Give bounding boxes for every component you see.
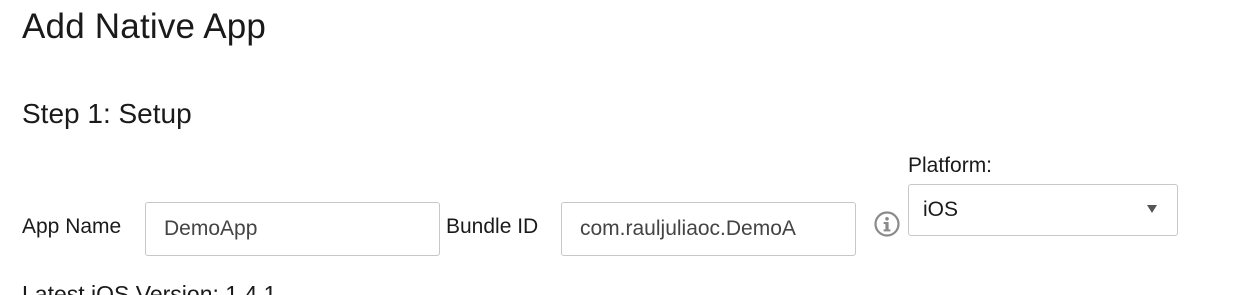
platform-select[interactable]: iOS [908, 184, 1178, 236]
latest-version-text: Latest iOS Version: 1.4.1 [22, 281, 277, 295]
platform-selected-value: iOS [923, 198, 959, 221]
add-native-app-page: Add Native App Step 1: Setup App Name Bu… [0, 0, 1235, 295]
platform-label: Platform: [908, 154, 993, 177]
page-title: Add Native App [22, 7, 267, 46]
bundle-id-input[interactable] [561, 202, 856, 256]
app-name-label: App Name [22, 215, 122, 238]
bundle-id-label: Bundle ID [446, 215, 539, 238]
app-name-input[interactable] [145, 202, 440, 256]
chevron-down-icon [1147, 205, 1157, 213]
info-icon[interactable] [874, 211, 900, 237]
step-title: Step 1: Setup [22, 98, 192, 129]
